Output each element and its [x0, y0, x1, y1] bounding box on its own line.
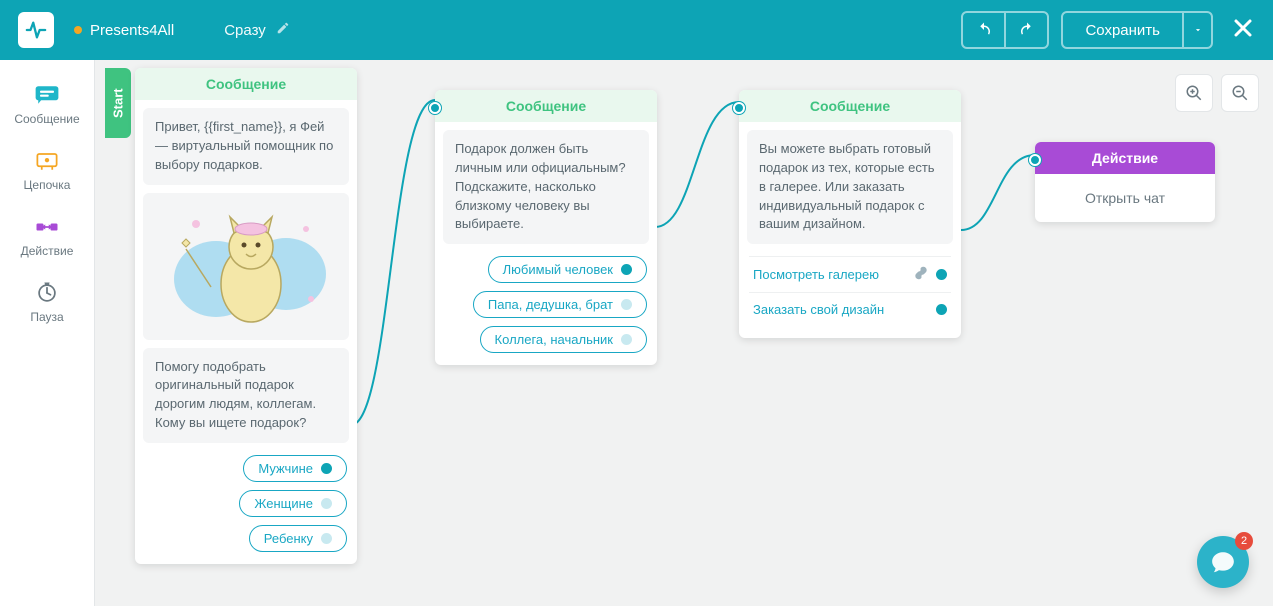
connector-out-icon[interactable] — [321, 533, 332, 544]
option-pill[interactable]: Любимый человек — [488, 256, 647, 283]
zoom-in-icon — [1185, 84, 1203, 102]
card-options: Мужчине Женщине Ребенку — [135, 451, 357, 564]
card-title: Сообщение — [135, 68, 357, 100]
close-button[interactable] — [1231, 16, 1255, 45]
sidebar-item-chain[interactable]: Цепочка — [0, 138, 94, 204]
flow-canvas[interactable]: Start Сообщение Привет, {{first_name}}, … — [95, 60, 1273, 606]
flow-name[interactable]: Сразу — [224, 22, 266, 39]
zoom-out-button[interactable] — [1221, 74, 1259, 112]
card-title: Сообщение — [435, 90, 657, 122]
app-header: Presents4All Сразу Сохранить — [0, 0, 1273, 60]
sidebar-item-label: Цепочка — [24, 178, 71, 192]
notification-badge: 2 — [1235, 532, 1253, 550]
chat-fab-button[interactable]: 2 — [1197, 536, 1249, 588]
card-options: Любимый человек Папа, дедушка, брат Колл… — [435, 252, 657, 365]
action-body: Открыть чат — [1035, 174, 1215, 222]
option-pill[interactable]: Женщине — [239, 490, 347, 517]
save-dropdown-button[interactable] — [1183, 11, 1213, 49]
card-title: Действие — [1035, 142, 1215, 174]
option-pill[interactable]: Папа, дедушка, брат — [473, 291, 647, 318]
message-card-3[interactable]: Сообщение Вы можете выбрать готовый пода… — [739, 90, 961, 338]
chevron-down-icon — [1193, 25, 1203, 35]
connector-in-icon[interactable] — [429, 102, 441, 114]
message-text: Помогу подобрать оригинальный подарок до… — [143, 348, 349, 443]
chain-icon — [33, 150, 61, 172]
option-row[interactable]: Посмотреть галерею — [749, 256, 951, 292]
message-text: Вы можете выбрать готовый подарок из тех… — [747, 130, 953, 244]
card-title: Сообщение — [739, 90, 961, 122]
option-pill[interactable]: Ребенку — [249, 525, 347, 552]
message-text: Привет, {{first_name}}, я Фей — виртуаль… — [143, 108, 349, 185]
redo-icon — [1018, 21, 1036, 39]
undo-icon — [975, 21, 993, 39]
redo-button[interactable] — [1005, 11, 1049, 49]
connector-out-icon[interactable] — [321, 463, 332, 474]
sidebar-item-message[interactable]: Сообщение — [0, 72, 94, 138]
message-image — [143, 193, 349, 340]
sidebar-item-label: Пауза — [30, 310, 63, 324]
message-card-1[interactable]: Сообщение Привет, {{first_name}}, я Фей … — [135, 68, 357, 564]
undo-redo-group — [961, 11, 1049, 49]
option-pill[interactable]: Мужчине — [243, 455, 347, 482]
close-icon — [1231, 16, 1255, 40]
connector-out-icon[interactable] — [936, 269, 947, 280]
sidebar-item-pause[interactable]: Пауза — [0, 270, 94, 336]
project-name[interactable]: Presents4All — [90, 22, 174, 39]
option-row[interactable]: Заказать свой дизайн — [749, 292, 951, 326]
chat-icon — [1210, 549, 1236, 575]
status-dot-icon — [74, 26, 82, 34]
message-card-2[interactable]: Сообщение Подарок должен быть личным или… — [435, 90, 657, 365]
option-pill[interactable]: Коллега, начальник — [480, 326, 647, 353]
sidebar-item-label: Сообщение — [14, 112, 79, 126]
save-button[interactable]: Сохранить — [1061, 11, 1183, 49]
connector-out-icon[interactable] — [936, 304, 947, 315]
undo-button[interactable] — [961, 11, 1005, 49]
edit-icon[interactable] — [276, 21, 290, 40]
connector-out-icon[interactable] — [621, 299, 632, 310]
connector-in-icon[interactable] — [733, 102, 745, 114]
fairy-cat-illustration — [156, 199, 336, 334]
connector-out-icon[interactable] — [321, 498, 332, 509]
connector-in-icon[interactable] — [1029, 154, 1041, 166]
save-group: Сохранить — [1061, 11, 1213, 49]
action-icon — [33, 216, 61, 238]
message-icon — [33, 84, 61, 106]
card-options: Посмотреть галерею Заказать свой дизайн — [739, 252, 961, 338]
message-text: Подарок должен быть личным или официальн… — [443, 130, 649, 244]
sidebar-item-action[interactable]: Действие — [0, 204, 94, 270]
connector-out-icon[interactable] — [621, 264, 632, 275]
tool-sidebar: Сообщение Цепочка Действие Пауза — [0, 60, 95, 606]
pause-icon — [33, 282, 61, 304]
action-card[interactable]: Действие Открыть чат — [1035, 142, 1215, 222]
pulse-icon — [25, 19, 47, 41]
connector-out-icon[interactable] — [621, 334, 632, 345]
link-icon — [914, 266, 928, 283]
zoom-in-button[interactable] — [1175, 74, 1213, 112]
start-node[interactable]: Start — [105, 68, 131, 138]
zoom-out-icon — [1231, 84, 1249, 102]
zoom-controls — [1175, 74, 1259, 112]
sidebar-item-label: Действие — [21, 244, 74, 258]
app-logo[interactable] — [18, 12, 54, 48]
